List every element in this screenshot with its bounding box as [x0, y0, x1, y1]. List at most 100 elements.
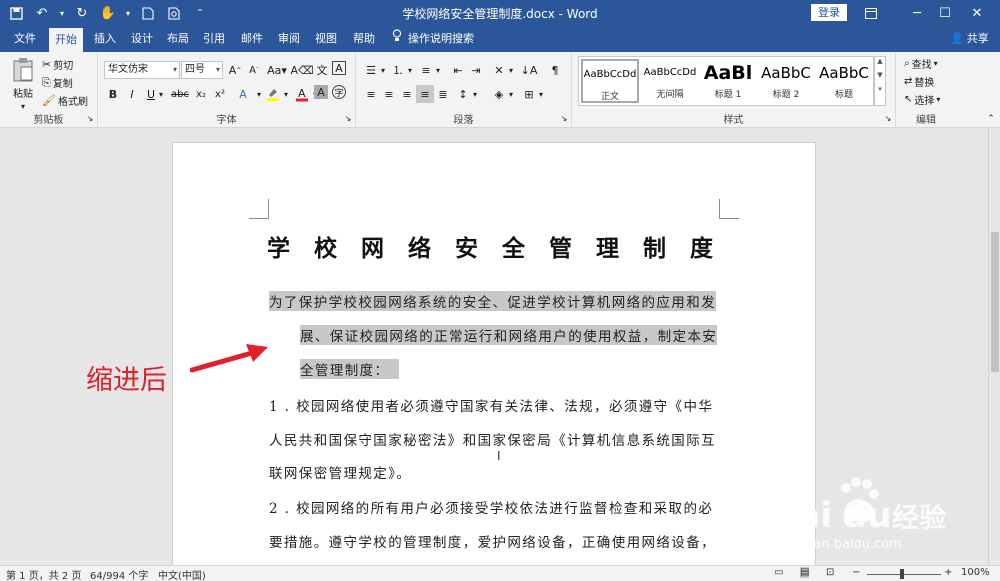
- numbering-dropdown-icon[interactable]: ▾: [405, 61, 415, 79]
- clipboard-group-label: 剪贴板: [33, 115, 64, 126]
- status-bar: 第 1 页，共 2 页 64/994 个字 中文(中国) ▭ ▤ ⊡ − + 1…: [0, 565, 1000, 581]
- align-right-icon[interactable]: ≡: [398, 85, 416, 103]
- font-name-combo[interactable]: 华文仿宋 ▾: [104, 61, 180, 79]
- show-marks-icon[interactable]: ¶: [546, 61, 564, 79]
- scroll-up-icon[interactable]: ▲: [875, 57, 885, 65]
- line-spacing-dropdown-icon[interactable]: ▾: [470, 85, 480, 103]
- font-size-value: 四号: [185, 64, 205, 75]
- tab-file[interactable]: 文件: [8, 26, 42, 52]
- styles-launcher-icon[interactable]: ↘: [882, 112, 894, 124]
- zoom-out-icon[interactable]: −: [852, 567, 860, 578]
- character-border-icon[interactable]: A: [332, 61, 346, 75]
- character-shading-icon[interactable]: A: [314, 85, 328, 99]
- format-painter-button[interactable]: 🖌 格式刷: [42, 93, 88, 108]
- clipboard-group: 粘贴 ▾ ✂ 剪切 ⎘ 复制 🖌 格式刷 剪贴板 ↘: [0, 52, 98, 128]
- distributed-icon[interactable]: ≣: [434, 85, 452, 103]
- gallery-more-icon[interactable]: ▾: [875, 85, 885, 93]
- align-center-icon[interactable]: ≡: [380, 85, 398, 103]
- zoom-slider-track[interactable]: [867, 574, 941, 575]
- svg-text:A: A: [298, 87, 306, 100]
- close-icon[interactable]: ✕: [954, 0, 1000, 26]
- change-case-icon[interactable]: Aa▾: [264, 61, 290, 79]
- person-icon: 👤: [950, 32, 964, 45]
- style-no-spacing[interactable]: AaBbCcDd 无间隔: [641, 59, 699, 103]
- highlight-dropdown-icon[interactable]: ▾: [281, 85, 291, 103]
- text-effects-dropdown-icon[interactable]: ▾: [254, 85, 264, 103]
- tab-layout[interactable]: 布局: [161, 26, 195, 52]
- grow-font-icon[interactable]: A ^: [226, 61, 244, 79]
- bullets-dropdown-icon[interactable]: ▾: [378, 61, 388, 79]
- text-effects-icon[interactable]: A: [234, 85, 252, 103]
- shading-dropdown-icon[interactable]: ▾: [506, 85, 516, 103]
- tell-me-search[interactable]: 操作说明搜索: [392, 26, 474, 52]
- text-cursor-icon: Ι: [497, 449, 501, 463]
- watermark-brand: Bai: [770, 496, 832, 536]
- style-title[interactable]: AaBbC 标题: [815, 59, 873, 103]
- collapse-ribbon-icon[interactable]: ⌃: [984, 112, 998, 126]
- tab-home[interactable]: 开始: [49, 28, 83, 52]
- align-left-icon[interactable]: ≡: [362, 85, 380, 103]
- increase-indent-icon[interactable]: ⇥: [467, 61, 485, 79]
- font-size-combo[interactable]: 四号 ▾: [181, 61, 223, 79]
- share-button[interactable]: 👤 共享: [950, 26, 989, 52]
- font-group-label: 字体: [216, 115, 237, 126]
- word-count[interactable]: 64/994 个字: [90, 567, 148, 581]
- intro-line-2: 展、保证校园网络的正常运行和网络用户的使用权益，制定本安: [300, 325, 718, 345]
- tab-view[interactable]: 视图: [309, 26, 343, 52]
- cursor-arrow-icon: ↖: [904, 94, 913, 105]
- paragraph-group: ☰ ▾ ⒈ ▾ ≡ ▾ ⇤ ⇥ ✕ ▾ ↓A ¶ ≡ ≡ ≡ ≡ ≣ ↕ ▾ ◈…: [356, 52, 572, 128]
- tab-mailings[interactable]: 邮件: [235, 26, 269, 52]
- style-sample: AaBbCcDd: [583, 69, 637, 80]
- decrease-indent-icon[interactable]: ⇤: [449, 61, 467, 79]
- scroll-down-icon[interactable]: ▼: [875, 71, 885, 79]
- tab-design[interactable]: 设计: [125, 26, 159, 52]
- styles-gallery-scroll[interactable]: ▲ ▼ ▾: [874, 56, 886, 106]
- copy-button[interactable]: ⎘ 复制: [42, 75, 73, 91]
- select-button[interactable]: ↖ 选择 ▾: [904, 92, 940, 107]
- multilevel-dropdown-icon[interactable]: ▾: [433, 61, 443, 79]
- restore-ribbon-icon[interactable]: [848, 0, 894, 26]
- language-indicator[interactable]: 中文(中国): [158, 567, 206, 581]
- cut-button[interactable]: ✂ 剪切: [42, 57, 73, 72]
- paragraph-launcher-icon[interactable]: ↘: [558, 112, 570, 124]
- underline-dropdown-icon[interactable]: ▾: [156, 85, 166, 103]
- login-button[interactable]: 登录: [811, 4, 847, 21]
- replace-button[interactable]: ⇄ 替换: [904, 74, 934, 89]
- shrink-font-icon[interactable]: Aˇ: [245, 61, 263, 79]
- highlight-color-icon[interactable]: [264, 85, 282, 103]
- tab-insert[interactable]: 插入: [88, 26, 122, 52]
- paste-button[interactable]: 粘贴 ▾: [10, 57, 36, 111]
- print-layout-icon[interactable]: ▤: [800, 567, 810, 578]
- phonetic-guide-icon[interactable]: 文: [313, 61, 331, 79]
- zoom-in-icon[interactable]: +: [944, 567, 952, 578]
- superscript-icon[interactable]: x²: [211, 85, 229, 103]
- scroll-thumb[interactable]: [991, 232, 999, 372]
- chinese-layout-dropdown-icon[interactable]: ▾: [506, 61, 516, 79]
- item1-line-1: 1 . 校园网络使用者必须遵守国家有关法律、法规，必须遵守《中华: [269, 399, 714, 415]
- read-mode-icon[interactable]: ▭: [774, 567, 783, 578]
- style-heading-1[interactable]: AaBl 标题 1: [699, 59, 757, 103]
- subscript-icon[interactable]: x₂: [192, 85, 210, 103]
- web-layout-icon[interactable]: ⊡: [826, 567, 834, 578]
- style-heading-2[interactable]: AaBbC 标题 2: [757, 59, 815, 103]
- tab-review[interactable]: 审阅: [272, 26, 306, 52]
- lightbulb-icon: [392, 26, 402, 52]
- zoom-slider-thumb[interactable]: [900, 569, 904, 579]
- font-launcher-icon[interactable]: ↘: [342, 112, 354, 124]
- find-button[interactable]: ⌕ 查找 ▾: [904, 56, 938, 71]
- font-color-icon[interactable]: A: [293, 85, 311, 103]
- strikethrough-icon[interactable]: abc: [169, 85, 191, 103]
- bold-icon[interactable]: B: [104, 85, 122, 103]
- style-normal[interactable]: AaBbCcDd 正文: [581, 59, 639, 103]
- clipboard-launcher-icon[interactable]: ↘: [84, 112, 96, 124]
- enclose-characters-icon[interactable]: 字: [332, 85, 346, 99]
- page-count[interactable]: 第 1 页，共 2 页: [6, 567, 81, 581]
- sort-icon[interactable]: ↓A: [520, 61, 538, 79]
- zoom-level[interactable]: 100%: [961, 567, 990, 578]
- clear-formatting-icon[interactable]: A⌫: [290, 61, 313, 79]
- tab-help[interactable]: 帮助: [347, 26, 381, 52]
- tab-references[interactable]: 引用: [197, 26, 231, 52]
- italic-icon[interactable]: I: [123, 85, 141, 103]
- borders-dropdown-icon[interactable]: ▾: [536, 85, 546, 103]
- justify-icon[interactable]: ≡: [416, 85, 434, 103]
